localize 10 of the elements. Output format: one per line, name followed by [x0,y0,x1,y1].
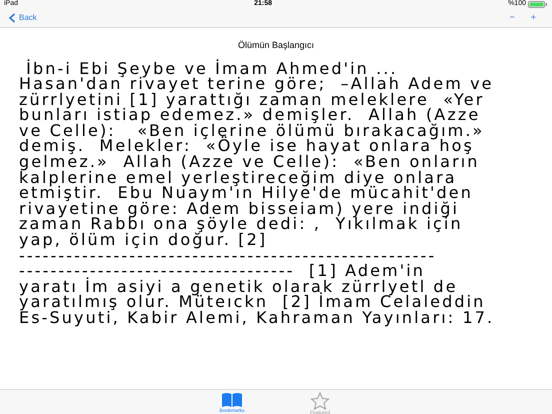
zoom-in-button[interactable]: + [530,11,536,25]
book-icon [221,392,243,408]
battery-icon [528,1,548,8]
body-text: İbn-i Ebi Şeybe ve İmam Ahmed'in ... Hasan'dan rivayet terine göre; –Allah Adem ve zürrlyetini [1] yarattığı zaman meleklere «Yer bunları istiap edemez.» demişler. Allah (Azze ve Celle): «Ben içlerine ölümü bırakacağım.» demiş. Melekler: «Öyle ise hayat onlara hoş gelmez.» Allah (Azze ve Celle): «Ben onların kalplerine emel yerleştireceğim diye onlara etmiştir. Ebu Nuaym'ın Hilye'de mücahit'den rivayetine göre: Adem bisseiam) yere indiği zaman Rabbı ona şöyle dedi: , Yıkılmak için yap, ölüm için doğur. [2] ----------------------------------------------------- ----------------------------------- [1] Adem'in yaratı İm asiyi a genetik olarak zürrlyetl de yaratılmış olur. Müteıckn [2] İmam Celaleddin Es-Suyuti, Kabir Alemi, Kahraman Yayınları: 17. [19,60,494,326]
back-button[interactable]: Back [8,12,37,24]
back-label: Back [19,12,37,24]
star-icon [310,392,330,410]
page-title: Ölümün Başlangıcı [238,39,314,52]
chevron-left-icon [8,13,16,23]
zoom-out-button[interactable]: − [509,11,515,25]
